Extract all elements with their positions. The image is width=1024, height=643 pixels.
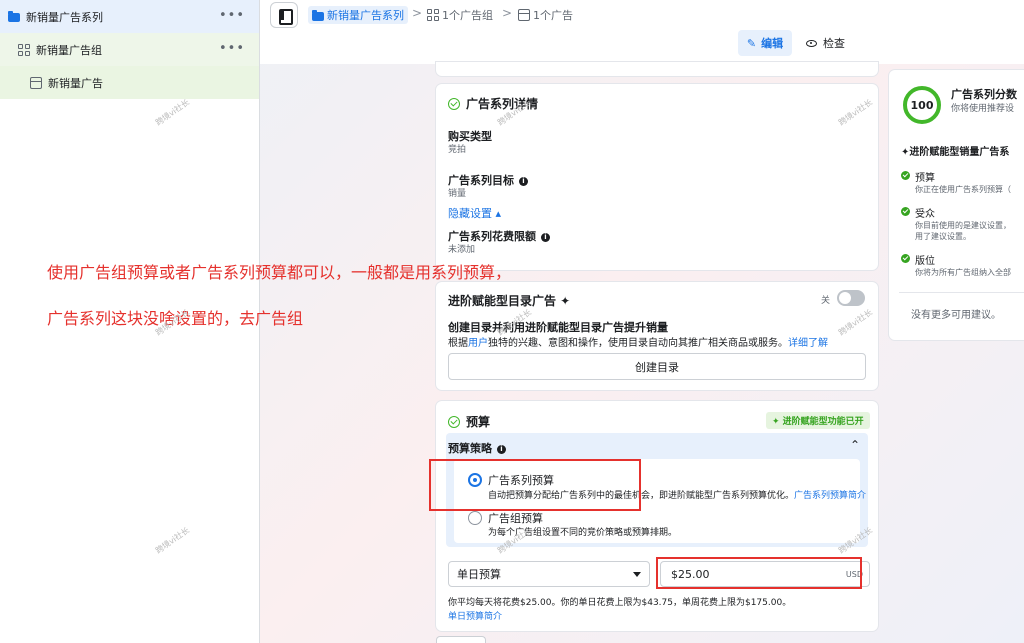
buy-type-value: 竞拍 [448, 145, 467, 155]
breadcrumb-campaign[interactable]: 新销量广告系列 [308, 6, 408, 24]
score-title: 广告系列分数 [951, 88, 1017, 101]
annotation-highlight-budget-amount [656, 557, 862, 589]
breadcrumb-adset[interactable]: 1个广告组 [427, 6, 493, 24]
tree-item-ad[interactable]: 新销量广告 [0, 66, 259, 99]
check-icon [901, 171, 910, 180]
hide-settings-link[interactable]: 隐藏设置 ▴ [448, 205, 501, 221]
breadcrumb-campaign-label: 新销量广告系列 [327, 9, 404, 22]
tree-item-ad-label: 新销量广告 [48, 76, 103, 90]
adset-budget-radio[interactable] [468, 511, 482, 525]
breadcrumb-separator: > [502, 6, 513, 20]
budget-strategy-label-text: 预算策略 [448, 442, 492, 455]
score-item-audience-desc2: 用了建议设置。 [915, 232, 971, 241]
budget-title-text: 预算 [466, 415, 491, 429]
create-catalog-button[interactable]: 创建目录 [448, 353, 866, 380]
catalog-headline: 创建目录并利用进阶赋能型目录广告提升销量 [448, 321, 668, 334]
check-icon [901, 254, 910, 263]
inspect-button-label: 检查 [823, 37, 845, 50]
campaign-score-card: 100 广告系列分数 你将使用推荐设 ✦进阶赋能型销量广告系 预算 你正在使用广… [889, 70, 1024, 340]
ad-icon [30, 76, 42, 89]
info-icon[interactable]: i [519, 176, 528, 186]
edit-button[interactable]: ✎ 编辑 [738, 30, 792, 56]
tree-item-adset[interactable]: 新销量广告组 ••• [0, 33, 259, 66]
previous-card-bottom [436, 62, 878, 76]
check-icon [901, 207, 910, 216]
breadcrumb-separator: > [412, 6, 423, 20]
catalog-description: 根据用户独特的兴趣、意图和操作，使用目录自动向其推广相关商品或服务。详细了解 [448, 334, 828, 349]
adset-budget-title: 广告组预算 [488, 512, 543, 525]
catalog-desc-pre: 根据 [448, 338, 468, 349]
budget-type-value: 单日预算 [457, 568, 501, 581]
folder-icon [8, 11, 20, 22]
adset-grid-icon [18, 43, 30, 56]
edit-button-label: 编辑 [761, 37, 784, 50]
check-circle-icon [448, 97, 460, 110]
score-item-placement-desc: 你将为所有广告组纳入全部 [915, 268, 1011, 277]
budget-card: 预算 ✦ 进阶赋能型功能已开 预算策略 i ⌃ 广告系列预算 自动把预算分配给广告… [436, 401, 878, 631]
spend-limit-value: 未添加 [448, 245, 476, 255]
annotation-highlight-campaign-budget [429, 459, 641, 511]
budget-type-select[interactable]: 单日预算 [448, 561, 650, 587]
more-options-icon[interactable]: ••• [219, 8, 245, 23]
top-toolbar: 新销量广告系列 > 1个广告组 > 1个广告 ✎ 编辑 检查 [260, 0, 1024, 64]
inspect-button[interactable]: 检查 [806, 30, 845, 56]
breadcrumb-ad[interactable]: 1个广告 [518, 6, 573, 24]
score-section-title: ✦进阶赋能型销量广告系 [901, 147, 1010, 158]
bottom-button-partial[interactable] [436, 636, 486, 643]
check-circle-icon [448, 415, 460, 428]
objective-value: 销量 [448, 189, 467, 199]
breadcrumb-ad-label: 1个广告 [533, 9, 573, 22]
eye-icon [806, 39, 817, 47]
campaign-budget-intro-link[interactable]: 广告系列预算简介 [794, 491, 866, 501]
catalog-toggle-label: 关 [821, 296, 831, 306]
main-panel: 新销量广告系列 > 1个广告组 > 1个广告 ✎ 编辑 检查 广告系列详情 购买… [260, 0, 1024, 643]
users-link[interactable]: 用户 [468, 338, 488, 349]
info-icon[interactable]: i [541, 232, 550, 242]
tree-item-campaign[interactable]: 新销量广告系列 ••• [0, 0, 259, 33]
no-more-suggestions: 没有更多可用建议。 [911, 310, 1001, 321]
chevron-up-icon[interactable]: ⌃ [850, 438, 860, 452]
score-item-audience-title: 受众 [915, 209, 935, 220]
budget-strategy-label: 预算策略 i [448, 440, 506, 456]
advantage-feature-badge: ✦ 进阶赋能型功能已开 [766, 412, 870, 429]
ad-icon [518, 9, 530, 21]
catalog-title: 进阶赋能型目录广告 ✦ [448, 294, 571, 308]
catalog-toggle-switch[interactable] [837, 290, 865, 306]
caret-down-icon [633, 572, 641, 577]
budget-note: 你平均每天将花费$25.00。你的单日花费上限为$43.75，单周花费上限为$1… [448, 598, 792, 608]
more-options-icon[interactable]: ••• [219, 41, 245, 56]
score-ring: 100 [903, 86, 941, 124]
score-subtitle: 你将使用推荐设 [951, 104, 1015, 114]
score-item-budget-title: 预算 [915, 173, 935, 184]
info-icon[interactable]: i [497, 444, 506, 454]
sidebar-toggle-button[interactable] [270, 2, 298, 28]
pencil-icon: ✎ [746, 36, 757, 50]
divider [899, 292, 1024, 293]
catalog-desc-post: 独特的兴趣、意图和操作，使用目录自动向其推广相关商品或服务。 [488, 338, 788, 349]
adset-grid-icon [427, 9, 439, 21]
tree-item-adset-label: 新销量广告组 [36, 43, 102, 57]
campaign-details-card: 广告系列详情 购买类型 竞拍 广告系列目标 i 销量 隐藏设置 ▴ 广告系列花费限… [436, 84, 878, 270]
learn-more-link[interactable]: 详细了解 [788, 338, 828, 349]
folder-icon [312, 9, 324, 21]
breadcrumb-adset-label: 1个广告组 [442, 9, 493, 22]
score-item-audience-desc: 你目前使用的是建议设置， [915, 221, 1011, 230]
score-item-placement-title: 版位 [915, 256, 935, 267]
tree-item-campaign-label: 新销量广告系列 [26, 10, 103, 24]
annotation-text-line1: 使用广告组预算或者广告系列预算都可以，一般都是用系列预算， [47, 263, 512, 282]
daily-budget-intro-link[interactable]: 单日预算简介 [448, 609, 502, 622]
score-item-budget-desc: 你正在使用广告系列预算（ [915, 185, 1011, 194]
budget-title: 预算 [448, 413, 490, 430]
